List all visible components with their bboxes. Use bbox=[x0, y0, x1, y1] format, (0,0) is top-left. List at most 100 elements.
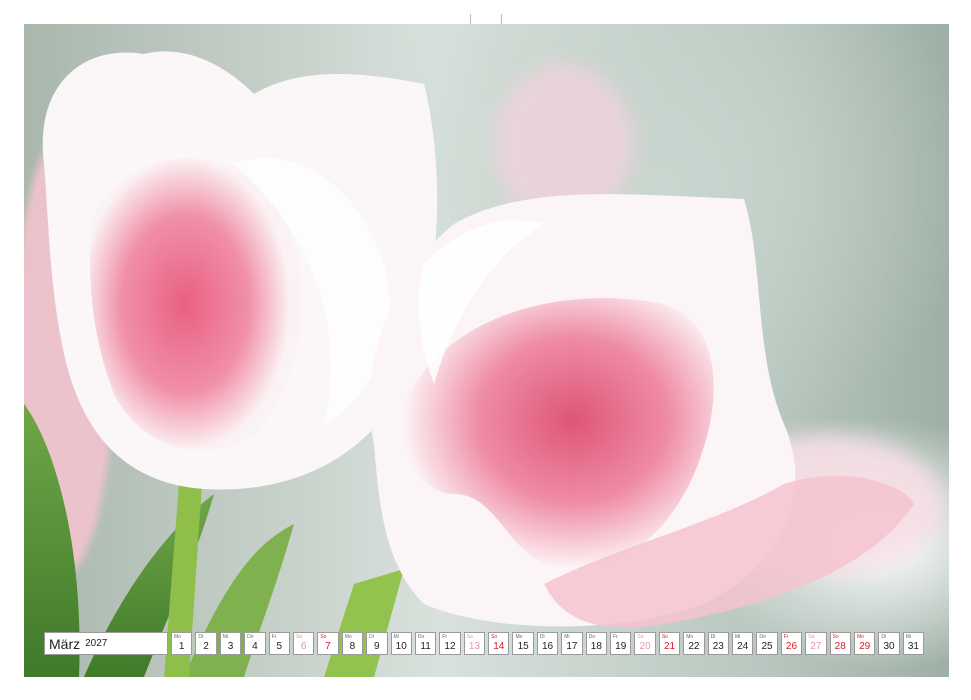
day-number: 14 bbox=[493, 641, 505, 652]
day-cell: Do 25 bbox=[756, 632, 778, 655]
day-cell: Do 11 bbox=[414, 632, 437, 655]
day-cell: Do 4 bbox=[244, 632, 266, 655]
day-number: 10 bbox=[395, 641, 407, 652]
day-number: 21 bbox=[663, 641, 676, 652]
month-label-box: März 2027 bbox=[44, 632, 168, 655]
weekday-abbr: So bbox=[661, 634, 668, 640]
day-cell: Mi 24 bbox=[731, 632, 754, 655]
day-number: 26 bbox=[785, 641, 798, 652]
day-cell: Sa 6 bbox=[292, 632, 315, 655]
day-number: 27 bbox=[810, 641, 822, 652]
day-number: 16 bbox=[541, 641, 554, 652]
day-number: 2 bbox=[203, 641, 209, 652]
day-cell: Di 23 bbox=[707, 632, 729, 655]
tulip-illustration bbox=[24, 51, 944, 677]
weekday-abbr: Mi bbox=[564, 634, 570, 640]
day-cell: Di 16 bbox=[536, 632, 559, 655]
day-number: 17 bbox=[566, 641, 578, 652]
weekday-abbr: Sa bbox=[466, 634, 473, 640]
weekday-abbr: Do bbox=[247, 634, 254, 640]
weekday-abbr: Fr bbox=[442, 634, 448, 640]
weekday-abbr: Mo bbox=[856, 634, 864, 640]
weekday-abbr: Mo bbox=[344, 634, 352, 640]
weekday-abbr: Mi bbox=[734, 634, 741, 640]
day-cell: Mi 3 bbox=[219, 632, 242, 655]
day-number: 3 bbox=[227, 641, 234, 652]
day-cell: So 14 bbox=[488, 632, 510, 655]
weekday-abbr: Do bbox=[759, 634, 766, 640]
day-number: 25 bbox=[761, 641, 773, 652]
day-number: 22 bbox=[688, 641, 700, 652]
weekday-abbr: Di bbox=[710, 634, 716, 640]
day-number: 24 bbox=[737, 641, 749, 652]
day-number: 23 bbox=[712, 641, 724, 652]
day-number: 30 bbox=[883, 641, 895, 652]
weekday-abbr: Mi bbox=[905, 634, 911, 640]
day-cell: Mi 17 bbox=[561, 632, 583, 655]
day-cells: Mo 1 Di 2 Mi 3 Do 4 Fr 5 Sa 6 So 7 Mo 8 Di 9 Mi 10 Do 11 Fr 12 S… bbox=[171, 632, 925, 655]
day-cell: So 21 bbox=[658, 632, 681, 655]
day-cell: Mo 15 bbox=[512, 632, 534, 655]
day-cell: Sa 27 bbox=[805, 632, 827, 655]
day-cell: Fr 12 bbox=[439, 632, 461, 655]
day-cell: So 7 bbox=[317, 632, 339, 655]
day-cell: Mo 22 bbox=[683, 632, 705, 655]
weekday-abbr: So bbox=[491, 634, 498, 640]
day-number: 28 bbox=[834, 641, 846, 652]
day-cell: Di 30 bbox=[878, 632, 900, 655]
day-number: 19 bbox=[615, 641, 627, 652]
weekday-abbr: Sa bbox=[637, 634, 644, 640]
weekday-abbr: Di bbox=[881, 634, 887, 640]
weekday-abbr: Fr bbox=[271, 634, 277, 640]
day-number: 4 bbox=[252, 641, 258, 652]
weekday-abbr: Fr bbox=[783, 634, 789, 640]
day-cell: Sa 20 bbox=[634, 632, 656, 655]
tulip-photo bbox=[24, 24, 949, 677]
stem bbox=[324, 569, 404, 677]
weekday-abbr: Di bbox=[369, 634, 374, 640]
petal-pink-marking bbox=[90, 157, 301, 451]
day-cell: Mi 31 bbox=[902, 632, 925, 655]
weekday-abbr: Mo bbox=[515, 634, 523, 640]
day-number: 31 bbox=[907, 641, 919, 652]
day-cell: Di 9 bbox=[366, 632, 388, 655]
day-cell: Fr 19 bbox=[610, 632, 632, 655]
day-cell: Mi 10 bbox=[390, 632, 412, 655]
day-number: 20 bbox=[639, 641, 651, 652]
day-cell: Fr 26 bbox=[780, 632, 803, 655]
weekday-abbr: Mi bbox=[393, 634, 399, 640]
weekday-abbr: Di bbox=[198, 634, 204, 640]
day-number: 7 bbox=[325, 641, 331, 652]
day-cell: Fr 5 bbox=[268, 632, 290, 655]
day-number: 11 bbox=[420, 641, 431, 652]
day-number: 13 bbox=[468, 641, 480, 652]
day-number: 8 bbox=[349, 641, 356, 652]
weekday-abbr: Di bbox=[539, 634, 545, 640]
weekday-abbr: Mo bbox=[686, 634, 694, 640]
day-number: 29 bbox=[859, 641, 871, 652]
day-cell: Mo 1 bbox=[171, 632, 193, 655]
weekday-abbr: Fr bbox=[613, 634, 618, 640]
weekday-abbr: Do bbox=[417, 634, 425, 640]
day-number: 6 bbox=[300, 641, 307, 652]
day-cell: Mo 8 bbox=[341, 632, 364, 655]
day-number: 18 bbox=[590, 641, 602, 652]
day-cell: Mo 29 bbox=[853, 632, 876, 655]
day-cell: Sa 13 bbox=[463, 632, 486, 655]
day-cell: Di 2 bbox=[195, 632, 217, 655]
day-number: 9 bbox=[374, 641, 380, 652]
weekday-abbr: Sa bbox=[808, 634, 815, 640]
weekday-abbr: So bbox=[320, 634, 327, 640]
day-cell: So 28 bbox=[829, 632, 851, 655]
weekday-abbr: Do bbox=[588, 634, 596, 640]
weekday-abbr: So bbox=[832, 634, 839, 640]
weekday-abbr: Mo bbox=[174, 634, 181, 640]
calendar-strip: März 2027 Mo 1 Di 2 Mi 3 Do 4 Fr 5 Sa 6 So 7 Mo 8 Di 9 Mi 1… bbox=[44, 632, 927, 655]
day-cell: Do 18 bbox=[585, 632, 608, 655]
month-name: März bbox=[49, 635, 81, 652]
day-number: 15 bbox=[517, 641, 529, 652]
day-number: 12 bbox=[444, 641, 456, 652]
day-number: 5 bbox=[276, 641, 283, 652]
day-number: 1 bbox=[178, 641, 185, 652]
weekday-abbr: Mi bbox=[222, 634, 229, 640]
